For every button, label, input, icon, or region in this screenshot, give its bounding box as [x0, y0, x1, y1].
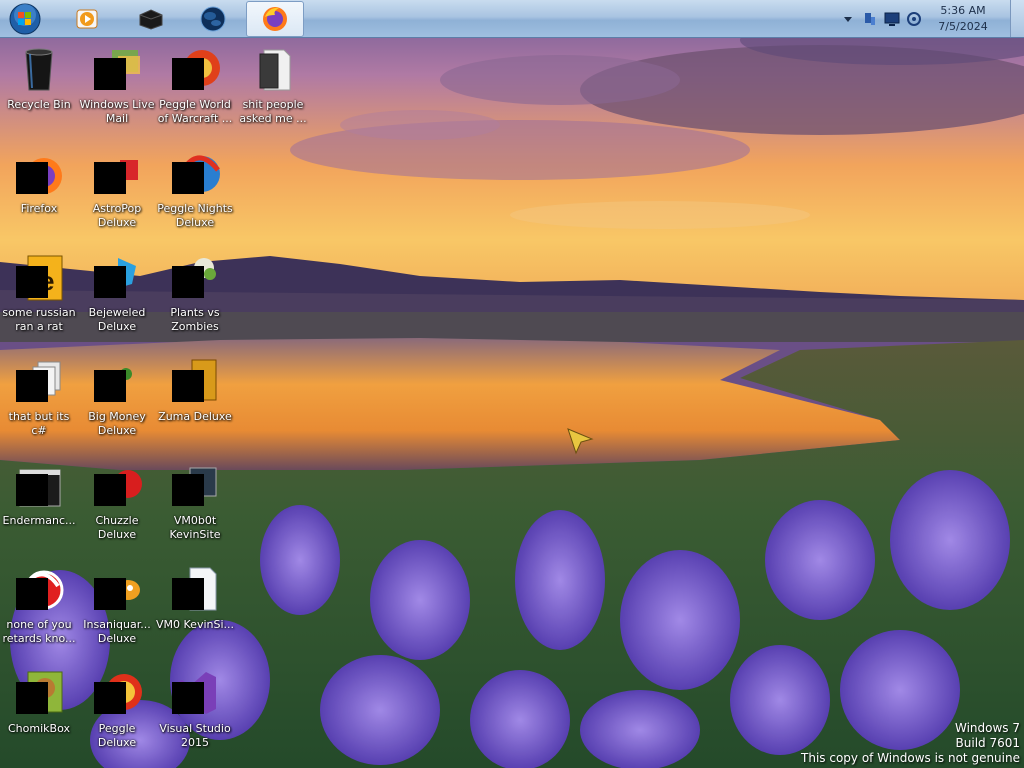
show-hidden-icons-button[interactable] — [839, 10, 857, 28]
redaction-box — [172, 266, 204, 298]
taskbar: 5:36 AM 7/5/2024 — [0, 0, 1024, 38]
desktop-icon-label: Peggle Nights Deluxe — [157, 202, 233, 229]
redaction-box — [16, 578, 48, 610]
desktop-icon-label: ChomikBox — [8, 722, 70, 735]
taskbar-globe-button[interactable] — [184, 1, 242, 37]
desktop-icon-label: Peggle Deluxe — [97, 722, 137, 749]
desktop-icon-zuma[interactable]: Zuma Deluxe — [156, 356, 234, 456]
desktop-icon-big-money[interactable]: Big Money Deluxe — [78, 356, 156, 456]
desktop-icon-label: Big Money Deluxe — [88, 410, 146, 437]
desktop-icon-windows-live-mail[interactable]: Windows Live Mail — [78, 44, 156, 144]
desktop-icon-none-of-you[interactable]: none of you retards kno... — [0, 564, 78, 664]
desktop-icon-label: AstroPop Deluxe — [92, 202, 142, 229]
redaction-box — [94, 474, 126, 506]
desktop-icon-chomikbox[interactable]: ChomikBox — [0, 668, 78, 768]
redaction-box — [94, 162, 126, 194]
clock-date: 7/5/2024 — [938, 20, 988, 33]
redaction-box — [172, 370, 204, 402]
desktop-icon-peggle-deluxe[interactable]: Peggle Deluxe — [78, 668, 156, 768]
desktop-icon-label: VM0 KevinSi... — [156, 618, 235, 631]
desktop-icon-astropop[interactable]: AstroPop Deluxe — [78, 148, 156, 248]
desktop-icon-bejeweled[interactable]: Bejeweled Deluxe — [78, 252, 156, 352]
folder-icon — [259, 49, 291, 91]
tray-network[interactable] — [861, 10, 879, 28]
redaction-box — [172, 578, 204, 610]
tray-action-center[interactable] — [883, 10, 901, 28]
windows-orb-icon — [9, 3, 41, 35]
desktop-icon-that-but-its-c[interactable]: that but its c# — [0, 356, 78, 456]
desktop-icon-label: Firefox — [20, 202, 58, 215]
desktop-icon-label: none of you retards kno... — [2, 618, 76, 645]
desktop-icon-label: Plants vs Zombies — [170, 306, 220, 333]
desktop-icon-label: Bejeweled Deluxe — [88, 306, 146, 333]
redaction-box — [16, 474, 48, 506]
redaction-box — [94, 578, 126, 610]
redaction-box — [94, 266, 126, 298]
black-box-icon — [139, 9, 163, 30]
desktop-icon-label: Recycle Bin — [7, 98, 71, 111]
redaction-box — [172, 58, 204, 90]
desktop-icon-label: Chuzzle Deluxe — [95, 514, 139, 541]
desktop-icon-label: Endermanc... — [2, 514, 76, 527]
desktop-icon-chuzzle[interactable]: Chuzzle Deluxe — [78, 460, 156, 560]
tray-volume[interactable] — [905, 10, 923, 28]
redaction-box — [172, 162, 204, 194]
desktop-icon-label: Peggle World of Warcraft ... — [157, 98, 233, 125]
desktop-icon-peggle-nights[interactable]: Peggle Nights Deluxe — [156, 148, 234, 248]
globe-icon — [200, 6, 226, 32]
desktop-icon-recycle-bin[interactable]: Recycle Bin — [0, 44, 78, 144]
redaction-box — [94, 370, 126, 402]
mouse-cursor-icon — [567, 428, 594, 455]
clock-time: 5:36 AM — [940, 4, 986, 17]
firefox-icon — [263, 7, 287, 31]
media-player-icon — [76, 9, 98, 29]
desktop-icon-vm0[interactable]: VM0 KevinSi... — [156, 564, 234, 664]
desktop-icon-some-russian[interactable]: e some russian ran a rat — [0, 252, 78, 352]
redaction-box — [16, 162, 48, 194]
desktop[interactable]: 5:36 AM 7/5/2024 Recycle Bin Firefox som… — [0, 0, 1024, 768]
start-button[interactable] — [6, 1, 44, 37]
redaction-box — [172, 474, 204, 506]
desktop-icon-visual-studio[interactable]: Visual Studio 2015 — [156, 668, 234, 768]
desktop-icon-endermanc[interactable]: Endermanc... — [0, 460, 78, 560]
windows-watermark: Windows 7 Build 7601 This copy of Window… — [801, 721, 1020, 766]
redaction-box — [172, 682, 204, 714]
desktop-icon-insaniquarium[interactable]: Insaniquar... Deluxe — [78, 564, 156, 664]
redaction-box — [16, 370, 48, 402]
watermark-build: Build 7601 — [955, 736, 1020, 750]
system-tray: 5:36 AM 7/5/2024 — [839, 0, 1024, 38]
speaker-icon — [907, 12, 921, 26]
desktop-icon-label: some russian ran a rat — [2, 306, 76, 333]
desktop-icon-shit-people-asked[interactable]: shit people asked me ... — [234, 44, 312, 144]
desktop-icon-label: Visual Studio 2015 — [159, 722, 231, 749]
network-icon — [865, 13, 875, 25]
desktop-icon-peggle-wow[interactable]: Peggle World of Warcraft ... — [156, 44, 234, 144]
desktop-icon-label: Zuma Deluxe — [158, 410, 232, 423]
show-desktop-button[interactable] — [1010, 0, 1024, 37]
redaction-box — [94, 682, 126, 714]
desktop-icon-label: Insaniquar... Deluxe — [83, 618, 151, 645]
clock[interactable]: 5:36 AM 7/5/2024 — [928, 3, 998, 35]
desktop-icon-label: Windows Live Mail — [79, 98, 155, 125]
taskbar-vm-button[interactable] — [122, 1, 180, 37]
desktop-icon-vm0b0t[interactable]: VM0b0t KevinSite — [156, 460, 234, 560]
redaction-box — [94, 58, 126, 90]
taskbar-media-player-button[interactable] — [58, 1, 116, 37]
monitor-icon — [884, 12, 900, 26]
desktop-icon-firefox[interactable]: Firefox — [0, 148, 78, 248]
triangle-up-icon — [844, 17, 852, 22]
taskbar-firefox-button[interactable] — [246, 1, 304, 37]
desktop-icon-plants-vs-zombies[interactable]: Plants vs Zombies — [156, 252, 234, 352]
desktop-icon-label: VM0b0t KevinSite — [169, 514, 221, 541]
desktop-icon-label: shit people asked me ... — [239, 98, 307, 125]
redaction-box — [16, 266, 48, 298]
watermark-genuine-notice: This copy of Windows is not genuine — [801, 751, 1020, 765]
redaction-box — [16, 682, 48, 714]
recycle-bin-icon — [25, 48, 53, 91]
desktop-icon-label: that but its c# — [8, 410, 70, 437]
watermark-os: Windows 7 — [954, 721, 1020, 735]
